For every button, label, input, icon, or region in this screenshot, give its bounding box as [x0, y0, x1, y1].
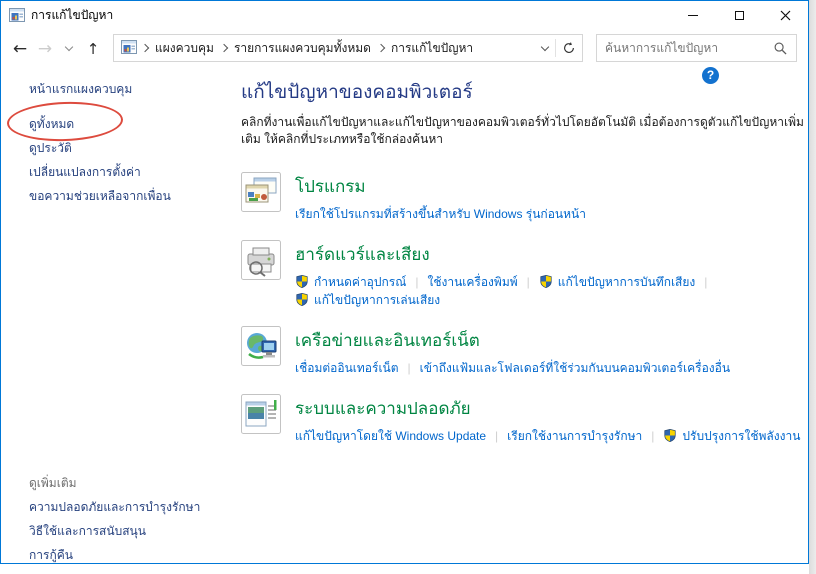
- back-button[interactable]: ←: [7, 30, 33, 67]
- task-link[interactable]: ใช้งานเครื่องพิมพ์: [427, 273, 517, 291]
- uac-shield-icon: [296, 293, 308, 307]
- troubleshooting-window: การแก้ไขปัญหา ← → ↑ แผงควบคุม รายการแผงค…: [0, 0, 809, 564]
- task-links-row: เรียกใช้โปรแกรมที่สร้างขึ้นสำหรับ Window…: [295, 205, 586, 223]
- link-separator: |: [651, 428, 655, 443]
- category-title-link[interactable]: เครือข่ายและอินเทอร์เน็ต: [295, 327, 480, 354]
- recent-pages-dropdown[interactable]: [59, 30, 79, 67]
- refresh-button[interactable]: [556, 35, 582, 61]
- page-title: แก้ไขปัญหาของคอมพิวเตอร์: [241, 82, 473, 103]
- sidebar-item-2[interactable]: ดูประวัติ: [29, 136, 224, 160]
- forward-button[interactable]: →: [33, 30, 57, 67]
- task-links-row: กำหนดค่าอุปกรณ์ | ใช้งานเครื่องพิมพ์ | แก้ไข…: [295, 273, 806, 309]
- caption-buttons: [670, 1, 808, 30]
- task-link[interactable]: เชื่อมต่ออินเทอร์เน็ต: [295, 359, 399, 377]
- sidebar-item-1[interactable]: ดูทั้งหมด: [29, 112, 224, 136]
- see-also-links: ความปลอดภัยและการบำรุงรักษา วิธีใช้และการ…: [29, 495, 224, 567]
- address-location-icon: [121, 40, 137, 54]
- sidebar-item-0[interactable]: หน้าแรกแผงควบคุม: [29, 77, 224, 101]
- link-separator: |: [495, 428, 499, 443]
- see-also-item-2[interactable]: การกู้คืน: [29, 543, 224, 567]
- close-button[interactable]: [762, 1, 808, 30]
- category-section-3: ระบบและความปลอดภัยแก้ไขปัญหาโดยใช้ Windo…: [241, 393, 806, 445]
- breadcrumb-separator-icon[interactable]: [140, 43, 150, 53]
- address-dropdown-button[interactable]: [535, 35, 555, 61]
- uac-shield-icon: [664, 429, 677, 443]
- sidebar-see-also: ดูเพิ่มเติม ความปลอดภัยและการบำรุงรักษาว…: [29, 471, 224, 567]
- search-box[interactable]: [596, 34, 797, 62]
- category-title-link[interactable]: ระบบและความปลอดภัย: [295, 395, 471, 422]
- maximize-icon: [734, 11, 744, 20]
- task-link[interactable]: แก้ไขปัญหาการเล่นเสียง: [295, 291, 440, 309]
- task-links-row: เชื่อมต่ออินเทอร์เน็ต | เข้าถึงแฟ้มและโฟลเ…: [295, 359, 730, 377]
- network-internet-icon[interactable]: [241, 325, 281, 366]
- programs-icon[interactable]: [241, 171, 281, 212]
- chevron-down-icon: [540, 42, 550, 51]
- sidebar: หน้าแรกแผงควบคุมดูทั้งหมด ดูประวัติ เปลี่ย…: [29, 77, 224, 208]
- task-link[interactable]: แก้ไขปัญหาโดยใช้ Windows Update: [295, 427, 486, 445]
- maximize-button[interactable]: [716, 1, 762, 30]
- category-body: โปรแกรมเรียกใช้โปรแกรมที่สร้างขึ้นสำหรับ…: [295, 172, 586, 223]
- breadcrumb-separator-icon[interactable]: [376, 43, 386, 53]
- system-security-icon[interactable]: [241, 393, 281, 434]
- navigation-toolbar: ← → ↑ แผงควบคุม รายการแผงควบคุมทั้งหมด การ…: [1, 30, 808, 67]
- sidebar-item-3[interactable]: เปลี่ยนแปลงการตั้งค่า: [29, 160, 224, 184]
- uac-shield-icon: [540, 275, 552, 289]
- category-sections: โปรแกรมเรียกใช้โปรแกรมที่สร้างขึ้นสำหรับ…: [241, 171, 806, 445]
- minimize-button[interactable]: [670, 1, 716, 30]
- task-link[interactable]: เรียกใช้งานการบำรุงรักษา: [507, 427, 642, 445]
- link-separator: |: [407, 360, 411, 375]
- sidebar-item-4[interactable]: ขอความช่วยเหลือจากเพื่อน: [29, 184, 224, 208]
- minimize-icon: [688, 15, 698, 16]
- task-link[interactable]: เรียกใช้โปรแกรมที่สร้างขึ้นสำหรับ Window…: [295, 205, 586, 223]
- search-icon[interactable]: [774, 42, 787, 55]
- see-also-header: ดูเพิ่มเติม: [29, 476, 77, 490]
- close-icon: [780, 10, 790, 21]
- category-section-1: ฮาร์ดแวร์และเสียงกำหนดค่าอุปกรณ์ | ใช้งานเ…: [241, 239, 806, 309]
- breadcrumb-separator-icon[interactable]: [219, 43, 229, 53]
- see-also-item-1[interactable]: วิธีใช้และการสนับสนุน: [29, 519, 224, 543]
- breadcrumb-item[interactable]: แผงควบคุม: [149, 39, 220, 58]
- category-title-link[interactable]: ฮาร์ดแวร์และเสียง: [295, 241, 430, 268]
- task-link[interactable]: กำหนดค่าอุปกรณ์: [295, 273, 406, 291]
- breadcrumb: แผงควบคุม รายการแผงควบคุมทั้งหมด การแก้ไขป…: [149, 39, 535, 58]
- link-separator: |: [415, 274, 419, 289]
- page-description: คลิกที่งานเพื่อแก้ไขปัญหาและแก้ไขปัญหาขอ…: [241, 115, 804, 146]
- app-icon: [9, 7, 25, 22]
- task-link[interactable]: เข้าถึงแฟ้มและโฟลเดอร์ที่ใช้ร่วมกันบนคอม…: [420, 359, 730, 377]
- see-also-item-0[interactable]: ความปลอดภัยและการบำรุงรักษา: [29, 495, 224, 519]
- breadcrumb-item[interactable]: การแก้ไขปัญหา: [385, 39, 479, 58]
- category-section-2: เครือข่ายและอินเทอร์เน็ตเชื่อมต่ออินเทอร…: [241, 325, 806, 377]
- link-separator: |: [704, 274, 708, 289]
- chevron-down-icon: [64, 42, 74, 52]
- window-title: การแก้ไขปัญหา: [31, 8, 114, 22]
- category-section-0: โปรแกรมเรียกใช้โปรแกรมที่สร้างขึ้นสำหรับ…: [241, 171, 806, 223]
- category-title-link[interactable]: โปรแกรม: [295, 173, 366, 200]
- desktop-background-strip: [809, 0, 816, 574]
- breadcrumb-item[interactable]: รายการแผงควบคุมทั้งหมด: [228, 39, 377, 58]
- category-body: ระบบและความปลอดภัยแก้ไขปัญหาโดยใช้ Windo…: [295, 394, 800, 445]
- category-body: เครือข่ายและอินเทอร์เน็ตเชื่อมต่ออินเทอร…: [295, 326, 730, 377]
- title-bar: การแก้ไขปัญหา: [1, 1, 808, 30]
- search-input[interactable]: [597, 41, 770, 55]
- task-links-row: แก้ไขปัญหาโดยใช้ Windows Update | เรียกใช้…: [295, 427, 800, 445]
- main-content: แก้ไขปัญหาของคอมพิวเตอร์ คลิกที่งานเพื่อ…: [241, 77, 806, 462]
- task-link[interactable]: ปรับปรุงการใช้พลังงาน: [663, 427, 800, 445]
- uac-shield-icon: [296, 275, 308, 289]
- link-separator: |: [526, 274, 530, 289]
- up-button[interactable]: ↑: [81, 30, 105, 67]
- hardware-sound-icon[interactable]: [241, 239, 281, 280]
- refresh-icon: [564, 42, 574, 53]
- category-body: ฮาร์ดแวร์และเสียงกำหนดค่าอุปกรณ์ | ใช้งานเ…: [295, 240, 806, 309]
- task-link[interactable]: แก้ไขปัญหาการบันทึกเสียง: [539, 273, 695, 291]
- address-bar[interactable]: แผงควบคุม รายการแผงควบคุมทั้งหมด การแก้ไขป…: [113, 34, 583, 62]
